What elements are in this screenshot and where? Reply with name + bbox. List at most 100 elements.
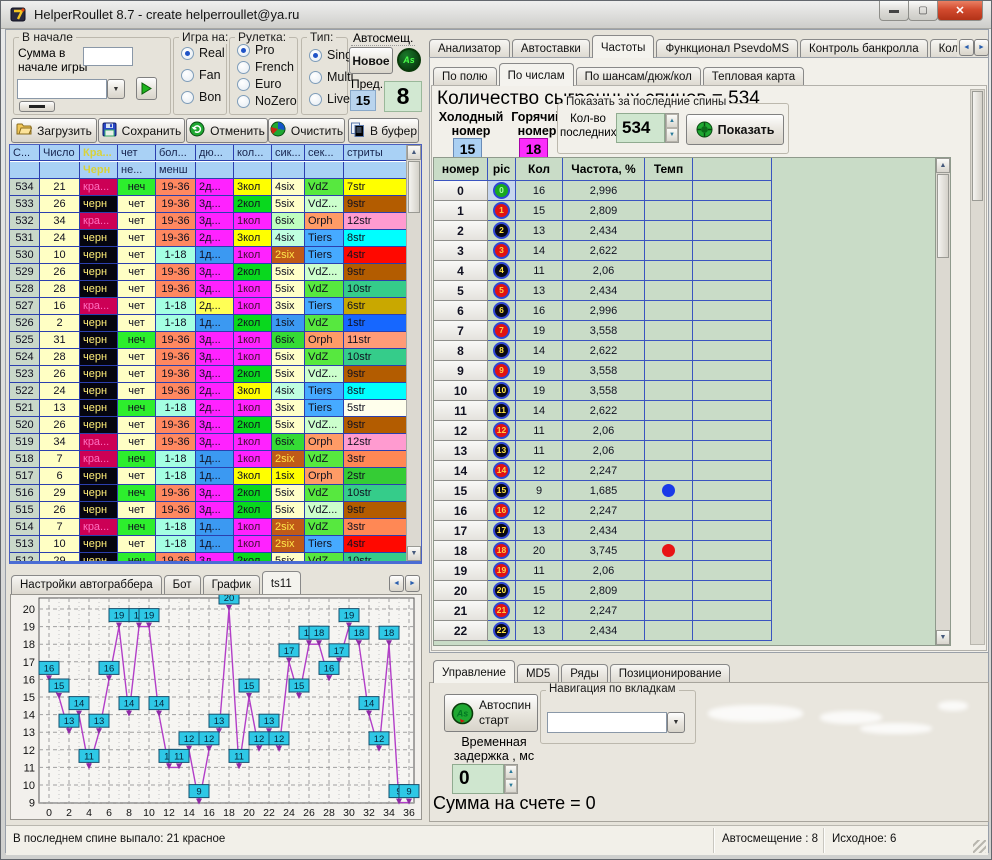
freq-row-number[interactable]: 0	[434, 181, 488, 201]
radio-option-nozero[interactable]: NoZero	[237, 94, 297, 108]
tabs-scroll-right-icon[interactable]: ►	[405, 575, 420, 592]
play-button[interactable]	[136, 77, 157, 100]
undo-button[interactable]: Отменить	[186, 118, 268, 143]
freq-scroll-up-icon[interactable]: ▲	[936, 158, 950, 173]
spin-cell[interactable]: 521	[10, 400, 40, 417]
tab-автоставки[interactable]: Автоставки	[512, 39, 590, 58]
close-button[interactable]: ✕	[937, 1, 983, 21]
tab-колесо-рулет[interactable]: Колесо рулет	[930, 39, 957, 58]
freq-row-number[interactable]: 6	[434, 301, 488, 321]
maximize-button[interactable]: ▢	[908, 1, 938, 21]
freq-row-number[interactable]: 1	[434, 201, 488, 221]
spin-cell[interactable]: 512	[10, 553, 40, 561]
radio-option-singl[interactable]: Singl	[309, 48, 355, 62]
show-button[interactable]: Показать	[686, 114, 784, 145]
spin-cell[interactable]: 526	[10, 315, 40, 332]
spin-cell[interactable]: 519	[10, 434, 40, 451]
spin-cell[interactable]: 520	[10, 417, 40, 434]
freq-row-number[interactable]: 17	[434, 521, 488, 541]
spin-cell[interactable]: 518	[10, 451, 40, 468]
start-sum-input[interactable]	[83, 47, 133, 66]
freq-row-number[interactable]: 13	[434, 441, 488, 461]
freq-row-number[interactable]: 8	[434, 341, 488, 361]
freq-row-number[interactable]: 22	[434, 621, 488, 641]
spin-cell[interactable]: 523	[10, 366, 40, 383]
freq-row-number[interactable]: 3	[434, 241, 488, 261]
tab-функционал-psevdoms[interactable]: Функционал PsevdoMS	[656, 39, 798, 58]
clear-button[interactable]: Очистить	[268, 118, 345, 143]
freq-row-number[interactable]: 4	[434, 261, 488, 281]
frequency-scrollbar[interactable]: ▲ ▼	[935, 158, 950, 645]
spin-cell[interactable]: 514	[10, 519, 40, 536]
delay-input[interactable]: 0	[452, 764, 504, 794]
to-clipboard-button[interactable]: В буфер	[348, 118, 419, 143]
scroll-down-icon[interactable]: ▼	[407, 546, 421, 561]
tabs-scroll-left-icon[interactable]: ◄	[389, 575, 404, 592]
radio-option-multi[interactable]: Multi	[309, 70, 353, 84]
last-spins-count-input[interactable]: 534	[616, 113, 665, 143]
tab-управление[interactable]: Управление	[433, 660, 515, 683]
tab-настройки-автограббера[interactable]: Настройки автограббера	[11, 575, 162, 594]
spin-cell[interactable]: 532	[10, 213, 40, 230]
spin-cell[interactable]: 528	[10, 281, 40, 298]
page-scroll-thumb[interactable]	[972, 91, 983, 201]
tab-ts11[interactable]: ts11	[262, 571, 301, 594]
freq-row-number[interactable]: 15	[434, 481, 488, 501]
radio-option-euro[interactable]: Euro	[237, 77, 281, 91]
spin-cell[interactable]: 525	[10, 332, 40, 349]
freq-row-number[interactable]: 16	[434, 501, 488, 521]
radio-option-pro[interactable]: Pro	[237, 43, 274, 57]
main-tabs-scroll-left-icon[interactable]: ◄	[959, 39, 974, 56]
resize-grip[interactable]	[973, 840, 986, 853]
radio-option-real[interactable]: Real	[181, 46, 225, 60]
tab-ряды[interactable]: Ряды	[561, 664, 608, 683]
load-button[interactable]: Загрузить	[11, 118, 97, 143]
spin-cell[interactable]: 527	[10, 298, 40, 315]
freq-row-number[interactable]: 21	[434, 601, 488, 621]
scroll-thumb[interactable]	[408, 161, 420, 213]
freq-row-number[interactable]: 5	[434, 281, 488, 301]
subtab-по-полю[interactable]: По полю	[433, 67, 497, 86]
tab-md5[interactable]: MD5	[517, 664, 559, 683]
freq-scroll-thumb[interactable]	[937, 174, 949, 258]
minimize-button[interactable]: ▬	[879, 1, 909, 21]
combo-dropdown-icon[interactable]: ▼	[107, 79, 125, 99]
spin-cell[interactable]: 513	[10, 536, 40, 553]
spin-cell[interactable]: 531	[10, 230, 40, 247]
spins-vertical-scrollbar[interactable]: ▲ ▼	[406, 145, 421, 561]
spin-cell[interactable]: 515	[10, 502, 40, 519]
delay-spinner-down-icon[interactable]: ▼	[505, 779, 517, 793]
freq-row-number[interactable]: 18	[434, 541, 488, 561]
tab-анализатор[interactable]: Анализатор	[429, 39, 510, 58]
tab-график[interactable]: График	[203, 575, 260, 594]
spin-cell[interactable]: 522	[10, 383, 40, 400]
radio-option-fan[interactable]: Fan	[181, 68, 221, 82]
spin-cell[interactable]: 524	[10, 349, 40, 366]
freq-row-number[interactable]: 19	[434, 561, 488, 581]
tab-контроль-банкролла[interactable]: Контроль банкролла	[800, 39, 928, 58]
page-scrollbar[interactable]	[970, 89, 985, 645]
tab-позиционирование[interactable]: Позиционирование	[610, 664, 731, 683]
subtab-тепловая-карта[interactable]: Тепловая карта	[703, 67, 804, 86]
delay-spinner[interactable]: ▲▼	[504, 764, 518, 794]
count-spinner[interactable]: ▲▼	[665, 113, 679, 143]
spinner-down-icon[interactable]: ▼	[666, 128, 678, 142]
autospin-start-button[interactable]: As Автоспин старт	[444, 694, 538, 732]
freq-row-number[interactable]: 20	[434, 581, 488, 601]
freq-row-number[interactable]: 9	[434, 361, 488, 381]
delay-spinner-up-icon[interactable]: ▲	[505, 765, 517, 779]
radio-option-french[interactable]: French	[237, 60, 294, 74]
freq-row-number[interactable]: 11	[434, 401, 488, 421]
subtab-по-числам[interactable]: По числам	[499, 63, 574, 86]
history-combobox[interactable]: ▼	[17, 79, 125, 99]
nav-combo-dropdown-icon[interactable]: ▼	[667, 712, 685, 733]
spin-cell[interactable]: 529	[10, 264, 40, 281]
autoshift-as-icon[interactable]: As	[397, 48, 421, 72]
spin-cell[interactable]: 516	[10, 485, 40, 502]
tab-navigation-combobox[interactable]: ▼	[547, 712, 685, 733]
scroll-up-icon[interactable]: ▲	[407, 145, 421, 160]
new-button[interactable]: Новое	[349, 47, 393, 74]
freq-row-number[interactable]: 12	[434, 421, 488, 441]
tab-бот[interactable]: Бот	[164, 575, 201, 594]
freq-row-number[interactable]: 7	[434, 321, 488, 341]
